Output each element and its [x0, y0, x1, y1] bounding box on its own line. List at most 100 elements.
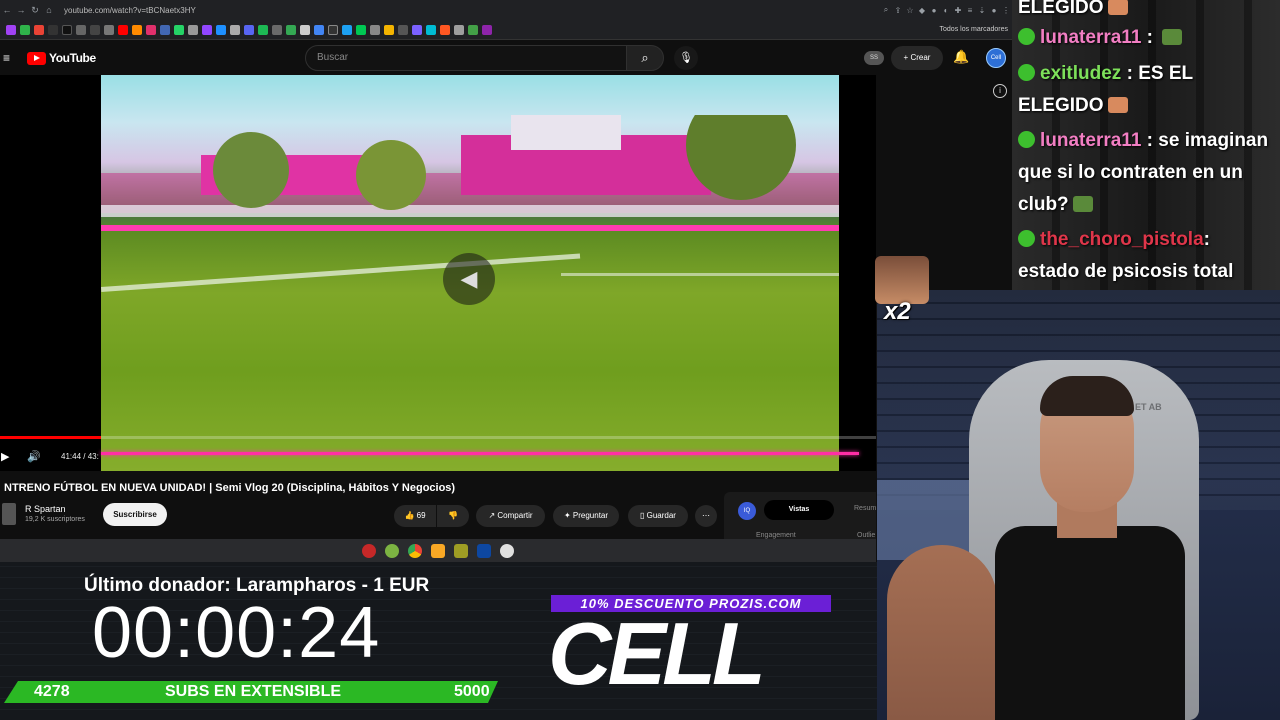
bookmark-icon[interactable]: [104, 24, 114, 35]
instagram-icon[interactable]: [146, 24, 156, 35]
emote-icon: [1072, 196, 1093, 212]
twitch-icon[interactable]: [202, 24, 212, 35]
bookmark-icon[interactable]: [468, 24, 478, 35]
channel-name[interactable]: R Spartan: [25, 504, 66, 514]
more-actions-button[interactable]: ⋯: [695, 505, 717, 527]
progress-bar[interactable]: [0, 436, 876, 439]
gmail-icon[interactable]: [34, 24, 44, 35]
chat-username[interactable]: the_choro_pistola: [1040, 229, 1204, 250]
channel-avatar[interactable]: [2, 503, 16, 525]
bookmark-icon[interactable]: [286, 24, 296, 35]
bookmark-icon[interactable]: [230, 24, 240, 35]
app-icon[interactable]: [500, 543, 514, 558]
bookmark-icon[interactable]: [300, 24, 310, 35]
bookmark-icon[interactable]: [20, 24, 30, 35]
share-button[interactable]: ↗ Compartir: [476, 505, 545, 527]
bookmark-icon[interactable]: [258, 24, 268, 35]
bookmark-icon[interactable]: [132, 24, 142, 35]
recorder-icon[interactable]: [362, 543, 376, 558]
account-avatar[interactable]: Cell: [986, 48, 1006, 68]
tab-outlier[interactable]: Outlie: [857, 532, 875, 539]
create-button[interactable]: + Crear: [891, 46, 943, 70]
extension-icon[interactable]: ●: [928, 6, 940, 15]
voice-search-button[interactable]: 🎙: [674, 46, 698, 70]
chat-message: lunaterra11 : se imaginan que si lo cont…: [1018, 130, 1269, 215]
bookmark-icon[interactable]: [356, 24, 366, 35]
share-page-icon[interactable]: ⇪: [892, 6, 904, 15]
like-button[interactable]: 👍 69: [394, 505, 436, 527]
video-player[interactable]: ◀ ▶ 🔊 41:44 / 43:: [0, 75, 876, 471]
bookmark-icon[interactable]: [272, 24, 282, 35]
youtube-icon[interactable]: [118, 24, 128, 35]
tiktok-icon[interactable]: [62, 24, 72, 35]
menu-dots-icon[interactable]: ⋮: [1000, 6, 1012, 15]
save-button[interactable]: ▯ Guardar: [628, 505, 688, 527]
whatsapp-icon[interactable]: [174, 24, 184, 35]
extension-icon[interactable]: ◐: [940, 6, 952, 15]
search-input[interactable]: Buscar: [305, 45, 627, 71]
subscribe-button[interactable]: Suscribirse: [103, 503, 167, 526]
tab-engagement[interactable]: Engagement: [756, 532, 796, 539]
info-icon[interactable]: i: [993, 84, 1007, 98]
download-icon[interactable]: ⇣: [976, 6, 988, 15]
bookmark-icon[interactable]: [482, 24, 492, 35]
bookmark-icon[interactable]: [188, 24, 198, 35]
notifications-bell-icon[interactable]: 🔔: [953, 49, 969, 65]
youtube-play-logo-icon: [27, 51, 46, 65]
bookmarks-folder[interactable]: Todos los marcadores: [940, 26, 1008, 33]
bookmark-icon[interactable]: [370, 24, 380, 35]
ss-badge[interactable]: SS: [864, 51, 884, 65]
youtube-logo[interactable]: YouTube: [27, 51, 96, 65]
emote-icon: [1162, 29, 1183, 45]
url-field[interactable]: youtube.com/watch?v=tBCNaetx3HY: [64, 6, 880, 15]
folder-icon[interactable]: [431, 543, 445, 558]
extension-icon[interactable]: ◆: [916, 6, 928, 15]
ask-button[interactable]: ✦ Preguntar: [553, 505, 619, 527]
puzzle-icon[interactable]: ✚: [952, 6, 964, 15]
bookmark-icon[interactable]: [398, 24, 408, 35]
bookmark-icon[interactable]: [160, 24, 170, 35]
app-icon[interactable]: [385, 543, 399, 558]
bookmark-icon[interactable]: [440, 24, 450, 35]
sticker-text: x2: [884, 298, 911, 325]
chat-username[interactable]: lunaterra11: [1040, 130, 1141, 151]
app-icon[interactable]: [454, 543, 468, 558]
photoshop-icon[interactable]: [477, 543, 491, 558]
back-icon[interactable]: ←: [0, 5, 14, 15]
tabs-icon[interactable]: ≡: [964, 6, 976, 15]
zoom-icon[interactable]: ⌕: [880, 5, 892, 15]
dislike-button[interactable]: 👎: [437, 505, 469, 527]
play-icon[interactable]: ▶: [1, 450, 9, 463]
bookmark-icon[interactable]: [6, 24, 16, 35]
tab-vistas[interactable]: Vistas: [764, 500, 834, 520]
search-button[interactable]: ⌕: [626, 45, 664, 71]
x-icon[interactable]: [48, 24, 58, 35]
bookmark-star-icon[interactable]: ☆: [904, 6, 916, 15]
bookmark-icon[interactable]: [426, 24, 436, 35]
bookmark-icon[interactable]: [314, 24, 324, 35]
hamburger-menu-icon[interactable]: ≡: [3, 51, 19, 65]
analytics-logo-icon[interactable]: IQ: [738, 502, 756, 520]
stream-overlay: Último donador: Larampharos - 1 EUR 00:0…: [0, 562, 877, 720]
bookmark-icon[interactable]: [216, 24, 226, 35]
chrome-icon[interactable]: [408, 543, 422, 558]
reload-icon[interactable]: ↻: [28, 5, 42, 16]
stadium-stands-graphic: [101, 115, 839, 231]
home-icon[interactable]: ⌂: [42, 5, 56, 15]
seek-back-icon[interactable]: ◀: [443, 253, 495, 305]
volume-icon[interactable]: 🔊: [27, 450, 41, 463]
tab-resumen[interactable]: Resum: [854, 505, 876, 512]
bookmark-icon[interactable]: [90, 24, 100, 35]
profile-icon[interactable]: ●: [988, 6, 1000, 15]
video-frame[interactable]: ◀: [101, 75, 839, 471]
chat-username[interactable]: lunaterra11: [1040, 27, 1141, 48]
forward-icon[interactable]: →: [14, 5, 28, 15]
bookmark-icon[interactable]: [342, 24, 352, 35]
bookmark-icon[interactable]: [244, 24, 254, 35]
chat-username[interactable]: exitludez: [1040, 63, 1121, 84]
bookmark-icon[interactable]: [454, 24, 464, 35]
bookmark-icon[interactable]: [384, 24, 394, 35]
bookmark-icon[interactable]: [328, 24, 338, 35]
bookmark-icon[interactable]: [76, 24, 86, 35]
bookmark-icon[interactable]: [412, 24, 422, 35]
